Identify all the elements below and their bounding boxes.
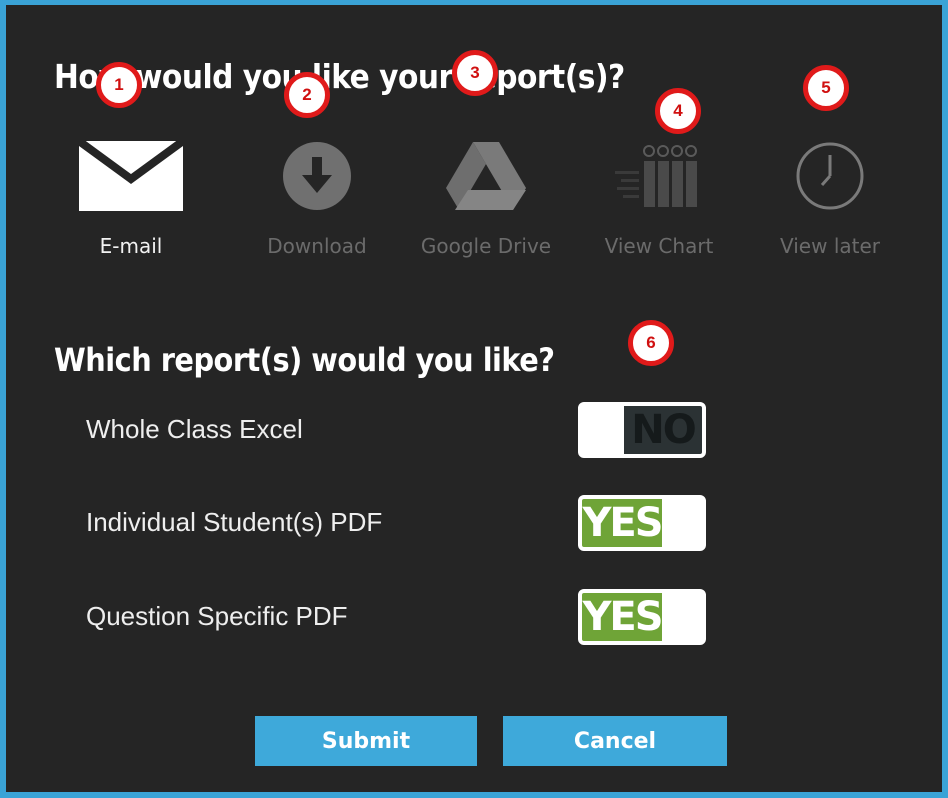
toggle-state: YES: [582, 499, 664, 547]
delivery-option-label: Download: [267, 234, 367, 258]
delivery-option-label: Google Drive: [420, 234, 552, 258]
submit-button[interactable]: Submit: [255, 716, 477, 766]
toggle-state: NO: [624, 406, 702, 454]
chart-icon: [615, 145, 697, 207]
report-label: Question Specific PDF: [86, 601, 348, 631]
google-drive-icon: [446, 142, 526, 210]
delivery-option-view-chart[interactable]: View Chart: [579, 130, 739, 280]
toggle-state: YES: [582, 593, 664, 641]
annotation-marker-3: 3: [452, 50, 498, 96]
delivery-option-download[interactable]: Download: [237, 130, 397, 280]
report-label: Individual Student(s) PDF: [86, 507, 383, 537]
question-specific-pdf-toggle[interactable]: YES: [578, 589, 706, 645]
annotation-marker-1: 1: [96, 62, 142, 108]
download-icon: [283, 142, 351, 210]
envelope-icon: [79, 141, 183, 211]
delivery-option-label: View Chart: [604, 234, 714, 258]
delivery-option-email[interactable]: E-mail: [51, 130, 211, 280]
delivery-option-view-later[interactable]: View later: [750, 130, 910, 280]
delivery-option-label: View later: [780, 234, 880, 258]
whole-class-excel-toggle[interactable]: NO: [578, 402, 706, 458]
individual-student-pdf-toggle[interactable]: YES: [578, 495, 706, 551]
annotation-marker-6: 6: [628, 320, 674, 366]
reports-heading: Which report(s) would you like?: [54, 341, 555, 379]
report-row-individual-student-pdf: Individual Student(s) PDF YES: [86, 495, 726, 555]
delivery-option-label: E-mail: [99, 234, 163, 258]
report-delivery-dialog: How would you like your report(s)? E-mai…: [0, 0, 948, 798]
clock-icon: [796, 142, 864, 210]
report-row-whole-class-excel: Whole Class Excel NO: [86, 402, 726, 462]
report-row-question-specific-pdf: Question Specific PDF YES: [86, 589, 726, 649]
annotation-marker-4: 4: [655, 88, 701, 134]
cancel-button[interactable]: Cancel: [503, 716, 727, 766]
annotation-marker-2: 2: [284, 72, 330, 118]
annotation-marker-5: 5: [803, 65, 849, 111]
report-label: Whole Class Excel: [86, 414, 303, 444]
delivery-option-google-drive[interactable]: Google Drive: [406, 130, 566, 280]
